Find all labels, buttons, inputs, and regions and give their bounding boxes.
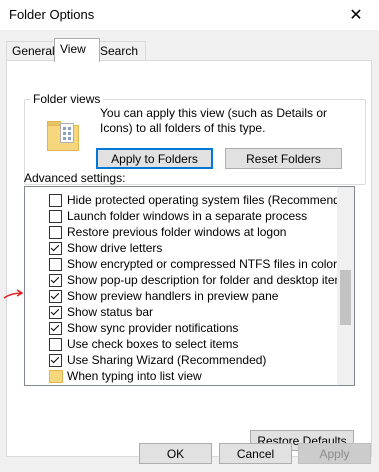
- list-item[interactable]: Show pop-up description for folder and d…: [25, 272, 351, 288]
- list-item[interactable]: Use check boxes to select items: [25, 336, 335, 352]
- checkbox[interactable]: [49, 194, 62, 207]
- reset-folders-button[interactable]: Reset Folders: [225, 148, 342, 169]
- close-icon[interactable]: ✕: [333, 0, 379, 30]
- checkbox[interactable]: [49, 242, 62, 255]
- checkbox[interactable]: [49, 354, 62, 367]
- list-item[interactable]: Use Sharing Wizard (Recommended): [25, 352, 335, 368]
- list-item[interactable]: Show preview handlers in preview pane: [25, 288, 335, 304]
- folder-views-description: You can apply this view (such as Details…: [100, 106, 328, 135]
- scrollbar-thumb[interactable]: [340, 270, 351, 325]
- list-item-label: Launch folder windows in a separate proc…: [67, 209, 308, 223]
- apply-to-folders-button[interactable]: Apply to Folders: [96, 148, 213, 169]
- checkbox[interactable]: [49, 274, 62, 287]
- tab-general[interactable]: General: [6, 41, 60, 61]
- checkbox[interactable]: [49, 322, 62, 335]
- cancel-button[interactable]: Cancel: [219, 443, 292, 464]
- checkbox[interactable]: [49, 210, 62, 223]
- list-scrollbar[interactable]: [337, 187, 354, 385]
- list-item-label: Show sync provider notifications: [67, 321, 239, 335]
- list-item[interactable]: Show encrypted or compressed NTFS files …: [25, 256, 338, 272]
- list-item-label: Show preview handlers in preview pane: [67, 289, 279, 303]
- dialog-body: General View Search Folder views You can…: [0, 30, 379, 472]
- checkbox[interactable]: [49, 226, 62, 239]
- list-item[interactable]: Restore previous folder windows at logon: [25, 224, 335, 240]
- apply-button[interactable]: Apply: [298, 443, 371, 464]
- list-item-label: Show drive letters: [67, 241, 163, 255]
- list-item[interactable]: When typing into list view: [25, 368, 335, 384]
- tab-view[interactable]: View: [54, 38, 100, 62]
- checkbox[interactable]: [49, 290, 62, 303]
- list-item-label: Restore previous folder windows at logon: [67, 225, 287, 239]
- checkbox[interactable]: [49, 306, 62, 319]
- list-item-label: Use check boxes to select items: [67, 337, 239, 351]
- window-title: Folder Options: [9, 7, 95, 22]
- list-item[interactable]: Show sync provider notifications: [25, 320, 335, 336]
- checkbox[interactable]: [49, 338, 62, 351]
- checkbox[interactable]: [49, 258, 62, 271]
- list-item-label: When typing into list view: [67, 369, 202, 383]
- list-item[interactable]: Hide protected operating system files (R…: [25, 192, 354, 208]
- folder-views-label: Folder views: [30, 92, 104, 106]
- list-item-label: Hide protected operating system files (R…: [67, 193, 355, 207]
- list-item-label: Show status bar: [67, 305, 154, 319]
- list-item[interactable]: Launch folder windows in a separate proc…: [25, 208, 335, 224]
- list-item[interactable]: Show status bar: [25, 304, 335, 320]
- list-item[interactable]: Show drive letters: [25, 240, 335, 256]
- view-tab-panel: Folder views You can apply this view (su…: [6, 60, 372, 457]
- ok-button[interactable]: OK: [139, 443, 212, 464]
- list-item-label: Show pop-up description for folder and d…: [67, 273, 351, 287]
- folder-icon: [47, 121, 79, 151]
- tab-search[interactable]: Search: [94, 41, 146, 61]
- folder-icon: [49, 370, 63, 383]
- list-item-label: Show encrypted or compressed NTFS files …: [67, 257, 338, 271]
- list-item-label: Use Sharing Wizard (Recommended): [67, 353, 267, 367]
- red-arrow-annotation-icon: [3, 289, 24, 299]
- advanced-settings-label: Advanced settings:: [24, 171, 126, 185]
- advanced-settings-list[interactable]: Hide protected operating system files (R…: [24, 186, 355, 386]
- title-bar: Folder Options ✕: [0, 0, 379, 30]
